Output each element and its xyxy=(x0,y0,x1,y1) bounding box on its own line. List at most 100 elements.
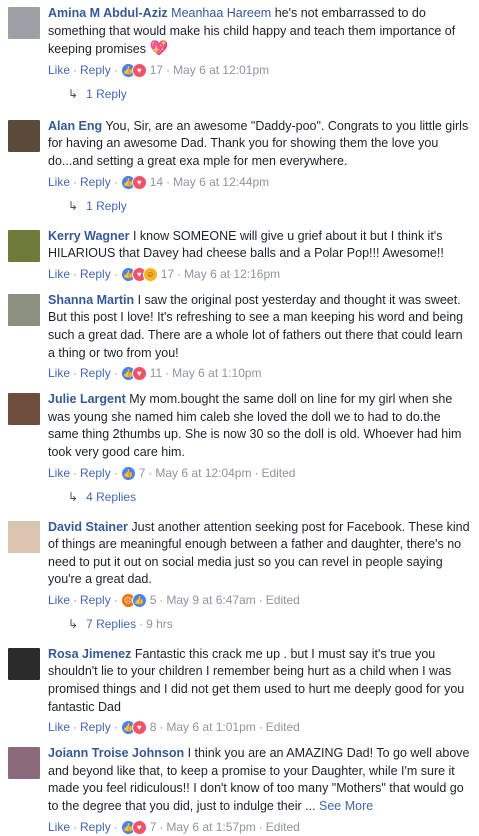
view-replies-link[interactable]: ↳ 1 Reply xyxy=(48,198,471,215)
reply-button[interactable]: Reply xyxy=(80,266,111,283)
separator-dot: · xyxy=(166,174,171,189)
reactions[interactable]: 👍 ♥ ☺ xyxy=(120,266,158,282)
avatar[interactable] xyxy=(8,293,40,326)
heart-emoji: 💖 xyxy=(149,40,169,58)
reaction-count[interactable]: 8 xyxy=(150,719,157,736)
comment-author[interactable]: Kerry Wagner xyxy=(48,229,130,243)
comment-author[interactable]: Amina M Abdul-Aziz xyxy=(48,6,168,20)
like-button[interactable]: Like xyxy=(48,174,70,191)
reactions[interactable]: 👍 ♥ xyxy=(120,819,147,835)
separator-dot: · xyxy=(73,720,78,735)
avatar[interactable] xyxy=(8,747,40,780)
timestamp[interactable]: May 6 at 12:44pm xyxy=(173,174,269,191)
timestamp[interactable]: May 6 at 12:01pm xyxy=(173,62,269,79)
love-reaction-icon: ♥ xyxy=(131,366,147,382)
replies-count[interactable]: 1 Reply xyxy=(86,198,127,215)
reaction-count[interactable]: 11 xyxy=(150,365,162,382)
comment-actions: Like · Reply · 👍 ♥ 7 · May 6 at 1:57pm · … xyxy=(48,819,471,836)
separator-dot: · xyxy=(166,62,171,77)
avatar[interactable] xyxy=(8,7,40,39)
separator-dot: · xyxy=(113,465,118,480)
avatar[interactable] xyxy=(8,229,40,262)
edited-label[interactable]: Edited xyxy=(261,465,295,482)
reply-arrow-icon: ↳ xyxy=(68,198,79,213)
see-more-link[interactable]: See More xyxy=(319,799,373,813)
comment-author[interactable]: David Stainer xyxy=(48,520,128,534)
comment-actions: Like · Reply · 👍 ♥ ☺ 17 · May 6 at 12:16pm xyxy=(48,266,471,283)
comment-text: Rosa Jimenez Fantastic this crack me up … xyxy=(48,646,471,716)
comment-actions: Like · Reply · 👍 ♥ 11 · May 6 at 1:10pm xyxy=(48,365,471,382)
reactions[interactable]: 👍 ♥ xyxy=(120,62,147,78)
replies-count[interactable]: 4 Replies xyxy=(86,489,136,506)
mention-link[interactable]: Meanhaa Hareem xyxy=(171,6,271,20)
view-replies-link[interactable]: ↳ 4 Replies xyxy=(48,489,471,506)
like-button[interactable]: Like xyxy=(48,592,70,609)
comment-text: Julie Largent My mom.bought the same dol… xyxy=(48,391,471,461)
view-replies-link[interactable]: ↳ 1 Reply xyxy=(48,86,471,103)
view-replies-link[interactable]: ↳ 7 Replies · 9 hrs xyxy=(48,616,471,633)
reactions[interactable]: 👍 ♥ xyxy=(120,174,147,190)
comment-author[interactable]: Julie Largent xyxy=(48,392,126,406)
like-button[interactable]: Like xyxy=(48,266,70,283)
comment: Rosa Jimenez Fantastic this crack me up … xyxy=(0,633,479,736)
timestamp[interactable]: May 6 at 12:16pm xyxy=(184,266,280,283)
comment-author[interactable]: Rosa Jimenez xyxy=(48,647,131,661)
timestamp[interactable]: May 9 at 6:47am xyxy=(166,592,255,609)
like-button[interactable]: Like xyxy=(48,465,70,482)
reaction-count[interactable]: 17 xyxy=(161,266,174,283)
like-button[interactable]: Like xyxy=(48,365,70,382)
replies-count[interactable]: 7 Replies xyxy=(86,616,136,633)
comment: Amina M Abdul-Aziz Meanhaa Hareem he's n… xyxy=(0,0,479,103)
comment-text: Joiann Troise Johnson I think you are an… xyxy=(48,745,471,815)
edited-label[interactable]: Edited xyxy=(266,719,300,736)
reaction-count[interactable]: 7 xyxy=(139,465,146,482)
timestamp[interactable]: May 6 at 1:10pm xyxy=(172,365,261,382)
edited-label[interactable]: Edited xyxy=(266,819,300,836)
timestamp[interactable]: May 6 at 1:01pm xyxy=(166,719,255,736)
like-button[interactable]: Like xyxy=(48,719,70,736)
comment-author[interactable]: Alan Eng xyxy=(48,119,102,133)
reactions[interactable]: ☹ 👍 xyxy=(120,592,147,608)
avatar[interactable] xyxy=(8,393,40,426)
comment-author[interactable]: Joiann Troise Johnson xyxy=(48,746,184,760)
reaction-count[interactable]: 17 xyxy=(150,62,163,79)
comment-actions: Like · Reply · 👍 ♥ 14 · May 6 at 12:44pm xyxy=(48,174,471,191)
reply-button[interactable]: Reply xyxy=(80,174,111,191)
reactions[interactable]: 👍 xyxy=(120,465,136,481)
separator-dot: · xyxy=(139,616,144,631)
reply-button[interactable]: Reply xyxy=(80,819,111,836)
reactions[interactable]: 👍 ♥ xyxy=(120,366,147,382)
comment-feed: Amina M Abdul-Aziz Meanhaa Hareem he's n… xyxy=(0,0,479,836)
avatar[interactable] xyxy=(8,647,40,680)
like-button[interactable]: Like xyxy=(48,819,70,836)
love-reaction-icon: ♥ xyxy=(131,62,147,78)
reaction-count[interactable]: 14 xyxy=(150,174,163,191)
reaction-count[interactable]: 7 xyxy=(150,819,157,836)
separator-dot: · xyxy=(113,366,118,381)
reply-button[interactable]: Reply xyxy=(80,719,111,736)
timestamp[interactable]: May 6 at 1:57pm xyxy=(166,819,255,836)
like-button[interactable]: Like xyxy=(48,62,70,79)
reply-button[interactable]: Reply xyxy=(80,62,111,79)
timestamp[interactable]: May 6 at 12:04pm xyxy=(155,465,251,482)
separator-dot: · xyxy=(165,366,170,381)
avatar[interactable] xyxy=(8,119,40,152)
reply-arrow-icon: ↳ xyxy=(68,86,79,101)
reactions[interactable]: 👍 ♥ xyxy=(120,720,147,736)
reply-button[interactable]: Reply xyxy=(80,365,111,382)
separator-dot: · xyxy=(113,720,118,735)
reply-button[interactable]: Reply xyxy=(80,465,111,482)
separator-dot: · xyxy=(159,720,164,735)
separator-dot: · xyxy=(73,465,78,480)
replies-age: 9 hrs xyxy=(146,616,173,631)
reaction-count[interactable]: 5 xyxy=(150,592,157,609)
reply-button[interactable]: Reply xyxy=(80,592,111,609)
edited-label[interactable]: Edited xyxy=(266,592,300,609)
separator-dot: · xyxy=(177,266,182,281)
love-reaction-icon: ♥ xyxy=(131,720,147,736)
replies-count[interactable]: 1 Reply xyxy=(86,86,127,103)
separator-dot: · xyxy=(73,266,78,281)
avatar[interactable] xyxy=(8,520,40,553)
comment-author[interactable]: Shanna Martin xyxy=(48,293,134,307)
haha-reaction-icon: ☺ xyxy=(142,266,158,282)
